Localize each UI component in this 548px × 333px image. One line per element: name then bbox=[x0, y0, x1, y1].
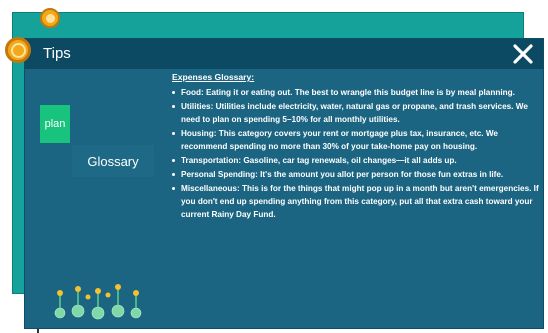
glossary-list: Food: Eating it or eating out. The best … bbox=[172, 86, 542, 221]
close-button[interactable] bbox=[509, 40, 537, 68]
glossary-item: Housing: This category covers your rent … bbox=[172, 127, 542, 153]
close-icon bbox=[513, 44, 533, 64]
coin-icon bbox=[5, 37, 31, 63]
coin-icon bbox=[40, 8, 60, 28]
glossary-item: Personal Spending: It's the amount you a… bbox=[172, 168, 542, 181]
window-title: Tips bbox=[43, 45, 71, 62]
glossary-item: Miscellaneous: This is for the things th… bbox=[172, 182, 542, 221]
title-bar: Tips bbox=[25, 39, 543, 69]
money-plants-icon bbox=[54, 284, 142, 320]
tab-glossary[interactable]: Glossary bbox=[72, 145, 154, 177]
glossary-content: Expenses Glossary: Food: Eating it or ea… bbox=[172, 71, 542, 222]
glossary-item: Transportation: Gasoline, car tag renewa… bbox=[172, 154, 542, 167]
tab-plan[interactable]: plan bbox=[40, 105, 70, 143]
glossary-heading: Expenses Glossary: bbox=[172, 72, 255, 82]
glossary-item: Utilities: Utilities include electricity… bbox=[172, 100, 542, 126]
glossary-item: Food: Eating it or eating out. The best … bbox=[172, 86, 542, 99]
